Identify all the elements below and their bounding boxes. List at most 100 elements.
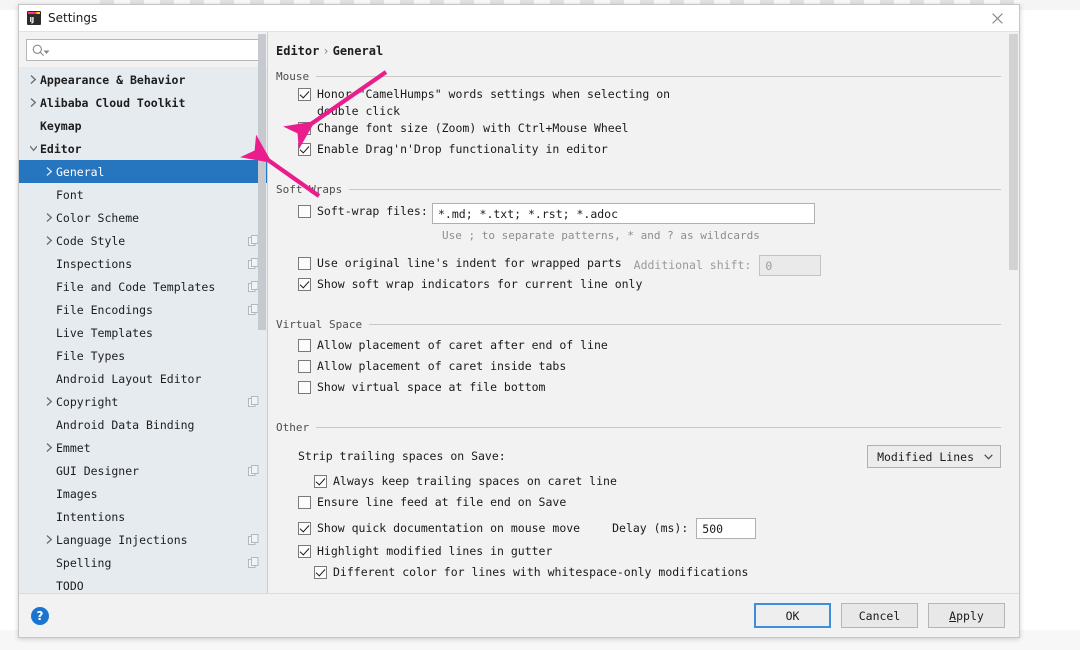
strip-trailing-spaces-value: Modified Lines [877,449,974,464]
sidebar-item-label: Editor [40,141,82,156]
sidebar-item-label: Intentions [56,509,126,524]
checkbox-row-camelhumps[interactable]: Honor "CamelHumps" words settings when s… [298,86,1001,120]
sidebar-item-keymap[interactable]: Keymap [19,114,267,137]
sidebar-item-label: General [56,164,105,179]
caret-after-eol-row[interactable]: Allow placement of caret after end of li… [298,337,1001,358]
sidebar-item-android-layout-editor[interactable]: Android Layout Editor [19,367,267,390]
chevron-right-icon[interactable] [27,75,40,84]
sidebar-item-intentions[interactable]: Intentions [19,505,267,528]
group-title-mouse: Mouse [276,70,1001,83]
caret-inside-tabs-row[interactable]: Allow placement of caret inside tabs [298,358,1001,379]
highlight-modified-row[interactable]: Highlight modified lines in gutter [298,543,1001,564]
sidebar-item-alibaba-cloud-toolkit[interactable]: Alibaba Cloud Toolkit [19,91,267,114]
additional-shift-input[interactable] [759,255,822,276]
sidebar-item-inspections[interactable]: Inspections [19,252,267,275]
ensure-line-feed-row[interactable]: Ensure line feed at file end on Save [298,494,1001,515]
checkbox-show-quick-documentation[interactable] [298,522,311,535]
checkbox-change-font-size[interactable] [298,122,311,135]
sidebar-scrollbar-thumb[interactable] [258,34,266,330]
chevron-right-icon[interactable] [43,213,56,222]
different-color-row[interactable]: Different color for lines with whitespac… [298,564,1001,585]
sidebar-item-label: Android Layout Editor [56,371,202,386]
search-box[interactable] [26,39,260,61]
checkbox-virtual-space-file-bottom[interactable] [298,381,311,394]
use-original-indent-row[interactable]: Use original line's indent for wrapped p… [298,255,1001,276]
breadcrumb-separator: › [322,44,330,58]
sidebar-item-file-types[interactable]: File Types [19,344,267,367]
sidebar-item-file-encodings[interactable]: File Encodings [19,298,267,321]
content-scrollbar-thumb[interactable] [1009,34,1018,270]
checkbox-caret-inside-tabs[interactable] [298,360,311,373]
sidebar-item-spelling[interactable]: Spelling [19,551,267,574]
sidebar-item-label: Appearance & Behavior [40,72,186,87]
soft-wrap-files-row[interactable]: Soft-wrap files: [298,203,1001,224]
show-soft-wrap-indicators-row[interactable]: Show soft wrap indicators for current li… [298,276,1001,297]
apply-button[interactable]: Apply [928,603,1005,628]
chevron-down-icon[interactable] [27,144,40,153]
apply-button-mnemonic: A [949,608,957,623]
checkbox-enable-dragndrop[interactable] [298,143,311,156]
chevron-right-icon[interactable] [43,535,56,544]
chevron-right-icon[interactable] [27,98,40,107]
dialog-titlebar: IJ Settings [19,5,1019,31]
checkbox-honor-camelhumps[interactable] [298,88,311,101]
content-scrollbar-track[interactable] [1009,34,1018,591]
sidebar-item-label: Android Data Binding [56,417,195,432]
checkbox-use-original-indent[interactable] [298,257,311,270]
sidebar-item-live-templates[interactable]: Live Templates [19,321,267,344]
group-rule [316,76,1001,77]
sidebar-item-code-style[interactable]: Code Style [19,229,267,252]
settings-tree: Appearance & Behavior Alibaba Cloud Toolk… [19,67,267,593]
sidebar-item-appearance-behavior[interactable]: Appearance & Behavior [19,68,267,91]
sidebar-item-emmet[interactable]: Emmet [19,436,267,459]
breadcrumb: Editor › General [268,32,1019,58]
sidebar-item-gui-designer[interactable]: GUI Designer [19,459,267,482]
group-label: Soft Wraps [276,183,343,196]
sidebar-item-file-and-code-templates[interactable]: File and Code Templates [19,275,267,298]
checkbox-row-dragndrop[interactable]: Enable Drag'n'Drop functionality in edit… [298,141,1001,162]
chevron-right-icon[interactable] [43,397,56,406]
checkbox-caret-after-end-of-line[interactable] [298,339,311,352]
sidebar-item-color-scheme[interactable]: Color Scheme [19,206,267,229]
label-strip-trailing-spaces: Strip trailing spaces on Save: [298,449,506,463]
sidebar-item-todo[interactable]: TODO [19,574,267,593]
apply-button-label: pply [956,608,984,623]
chevron-right-icon[interactable] [43,236,56,245]
cancel-button[interactable]: Cancel [841,603,918,628]
quick-doc-row[interactable]: Show quick documentation on mouse move D… [298,518,1001,539]
sidebar-item-label: File Types [56,348,126,363]
checkbox-highlight-modified-lines[interactable] [298,545,311,558]
sidebar-item-editor[interactable]: Editor [19,137,267,160]
sidebar-item-images[interactable]: Images [19,482,267,505]
search-input[interactable] [54,43,254,57]
chevron-down-icon [984,453,993,460]
soft-wrap-files-input[interactable] [432,203,815,224]
group-soft-wraps: Soft Wraps Soft-wrap files: Use ; to sep… [276,183,1001,297]
group-virtual-space: Virtual Space Allow placement of caret a… [276,318,1001,400]
chevron-right-icon[interactable] [43,167,56,176]
checkbox-soft-wrap-files[interactable] [298,205,311,218]
chevron-right-icon[interactable] [43,443,56,452]
virtual-space-bottom-row[interactable]: Show virtual space at file bottom [298,379,1001,400]
group-rule [369,324,1001,325]
sidebar-item-copyright[interactable]: Copyright [19,390,267,413]
checkbox-always-keep-trailing-spaces[interactable] [314,475,327,488]
label-caret-after-end-of-line: Allow placement of caret after end of li… [317,338,608,352]
sidebar-item-font[interactable]: Font [19,183,267,206]
checkbox-different-color-whitespace[interactable] [314,566,327,579]
help-icon[interactable]: ? [31,606,49,625]
checkbox-ensure-line-feed[interactable] [298,496,311,509]
sidebar-item-android-data-binding[interactable]: Android Data Binding [19,413,267,436]
sidebar-item-general[interactable]: General [19,160,267,183]
checkbox-row-change-font-size[interactable]: Change font size (Zoom) with Ctrl+Mouse … [298,120,1001,141]
ok-button[interactable]: OK [754,603,831,628]
settings-scroll-pane: Mouse Honor "CamelHumps" words settings … [268,66,1009,593]
sidebar-scrollbar-track[interactable] [258,32,267,593]
strip-trailing-spaces-select[interactable]: Modified Lines [867,445,1001,468]
sidebar-item-language-injections[interactable]: Language Injections [19,528,267,551]
close-icon[interactable] [975,5,1019,31]
delay-ms-input[interactable] [696,518,757,539]
checkbox-show-soft-wrap-indicators[interactable] [298,278,311,291]
always-keep-trailing-row[interactable]: Always keep trailing spaces on caret lin… [298,473,1001,494]
settings-dialog: IJ Settings Appearance & Behavior Alibab… [18,4,1020,638]
